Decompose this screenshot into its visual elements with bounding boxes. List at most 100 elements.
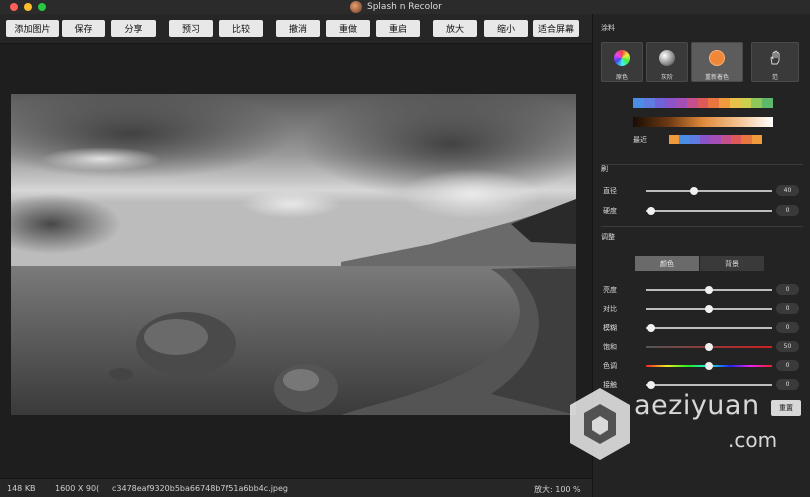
photo-grayscale-lake[interactable] [11,94,576,415]
contrast-label: 对比 [603,305,617,313]
saturation-slider[interactable] [646,343,772,351]
mode-recolor-button[interactable]: 重新着色 [691,42,743,82]
color-wheel-icon [614,50,630,66]
preview-button[interactable]: 预习 [169,20,213,37]
slider-knob[interactable] [689,187,698,195]
hand-pan-icon [767,50,783,66]
color-swatch[interactable] [676,98,687,108]
blur-value[interactable]: 0 [776,322,799,333]
color-swatch[interactable] [686,98,698,108]
divider [601,164,803,165]
recent-color-swatch[interactable] [689,135,700,144]
color-swatch[interactable] [697,98,709,108]
recolor-ball-icon [709,50,725,66]
save-button[interactable]: 保存 [62,20,105,37]
color-palette[interactable] [633,98,773,108]
maximize-window-button[interactable] [38,3,46,11]
color-swatch[interactable] [729,98,741,108]
window-title: Splash n Recolor [350,0,442,14]
section-paint-title: 涂料 [601,24,615,32]
fit-screen-button[interactable]: 适合屏幕 [533,20,579,37]
share-button[interactable]: 分享 [111,20,156,37]
recent-color-swatch[interactable] [710,135,721,144]
brightness-value[interactable]: 0 [776,284,799,295]
hardness-slider[interactable] [646,207,772,215]
grayscale-ball-icon [659,50,675,66]
zoom-out-button[interactable]: 缩小 [484,20,528,37]
watermark-logo-icon [570,388,630,460]
status-bar: 148 KB 1600 X 90( c3478eaf9320b5ba66748b… [0,478,592,497]
image-dimensions-label: 1600 X 90( [55,484,100,493]
slider-knob[interactable] [647,207,656,215]
slider-knob[interactable] [705,343,713,351]
color-swatch[interactable] [751,98,763,108]
watermark-domain: .com [728,428,778,452]
color-swatch[interactable] [654,98,666,108]
diameter-value[interactable]: 40 [776,185,799,196]
color-swatch[interactable] [633,98,644,108]
file-name-label: c3478eaf9320b5ba66748b7f51a6bb4c.jpeg [112,484,288,493]
slider-knob[interactable] [705,286,713,294]
diameter-slider[interactable] [646,187,772,195]
app-icon [350,1,362,13]
zoom-in-button[interactable]: 放大 [433,20,477,37]
recent-colors-label: 最近 [633,136,647,144]
redo-button[interactable]: 重做 [326,20,370,37]
slider-knob[interactable] [705,362,713,370]
hardness-label: 硬度 [603,207,617,215]
blur-slider[interactable] [646,324,772,332]
zoom-level-label: 放大: 100 % [534,485,581,494]
segment-color-tab[interactable]: 颜色 [635,256,699,271]
watermark: aeziyuan .com [568,382,810,472]
recent-color-swatch[interactable] [699,135,711,144]
mode-label: 原色 [615,74,628,81]
close-window-button[interactable] [10,3,18,11]
section-brush-title: 刷 [601,165,608,173]
color-swatch[interactable] [665,98,677,108]
contrast-slider[interactable] [646,305,772,313]
add-image-button[interactable]: 添加图片 [6,20,59,37]
mode-pan-button[interactable]: 范 [751,42,799,82]
mode-label: 灰阶 [660,74,673,81]
recent-color-swatch[interactable] [730,135,742,144]
undo-button[interactable]: 撤消 [276,20,320,37]
color-swatch[interactable] [740,98,752,108]
file-size-label: 148 KB [7,484,36,493]
main-toolbar: 添加图片 保存 分享 预习 比较 撤消 重做 重启 放大 缩小 适合屏幕 [0,14,592,44]
color-swatch[interactable] [762,98,773,108]
saturation-label: 饱和 [603,343,617,351]
contrast-value[interactable]: 0 [776,303,799,314]
recent-color-swatch[interactable] [669,135,680,144]
hue-slider[interactable] [646,362,772,370]
restart-button[interactable]: 重启 [376,20,420,37]
image-canvas[interactable] [0,45,592,478]
recent-color-swatch[interactable] [751,135,762,144]
brightness-label: 亮度 [603,286,617,294]
shade-gradient-picker[interactable] [633,117,773,127]
segment-background-tab[interactable]: 背景 [700,256,764,271]
slider-knob[interactable] [705,305,713,313]
window-titlebar: Splash n Recolor [0,0,810,14]
minimize-window-button[interactable] [24,3,32,11]
mode-original-color-button[interactable]: 原色 [601,42,643,82]
hue-value[interactable]: 0 [776,360,799,371]
diameter-label: 直径 [603,187,617,195]
color-swatch[interactable] [708,98,720,108]
compare-button[interactable]: 比较 [219,20,263,37]
mode-label: 范 [771,74,778,81]
recent-color-swatch[interactable] [720,135,731,144]
color-swatch[interactable] [719,98,730,108]
mode-label: 重新着色 [704,74,729,81]
blur-label: 模糊 [603,324,617,332]
slider-knob[interactable] [647,324,656,332]
color-swatch[interactable] [643,98,655,108]
divider [601,226,803,227]
recent-colors[interactable] [669,135,762,144]
brightness-slider[interactable] [646,286,772,294]
section-adjust-title: 调整 [601,233,615,241]
saturation-value[interactable]: 50 [776,341,799,352]
mode-grayscale-button[interactable]: 灰阶 [646,42,688,82]
hardness-value[interactable]: 0 [776,205,799,216]
recent-color-swatch[interactable] [679,135,690,144]
recent-color-swatch[interactable] [741,135,752,144]
